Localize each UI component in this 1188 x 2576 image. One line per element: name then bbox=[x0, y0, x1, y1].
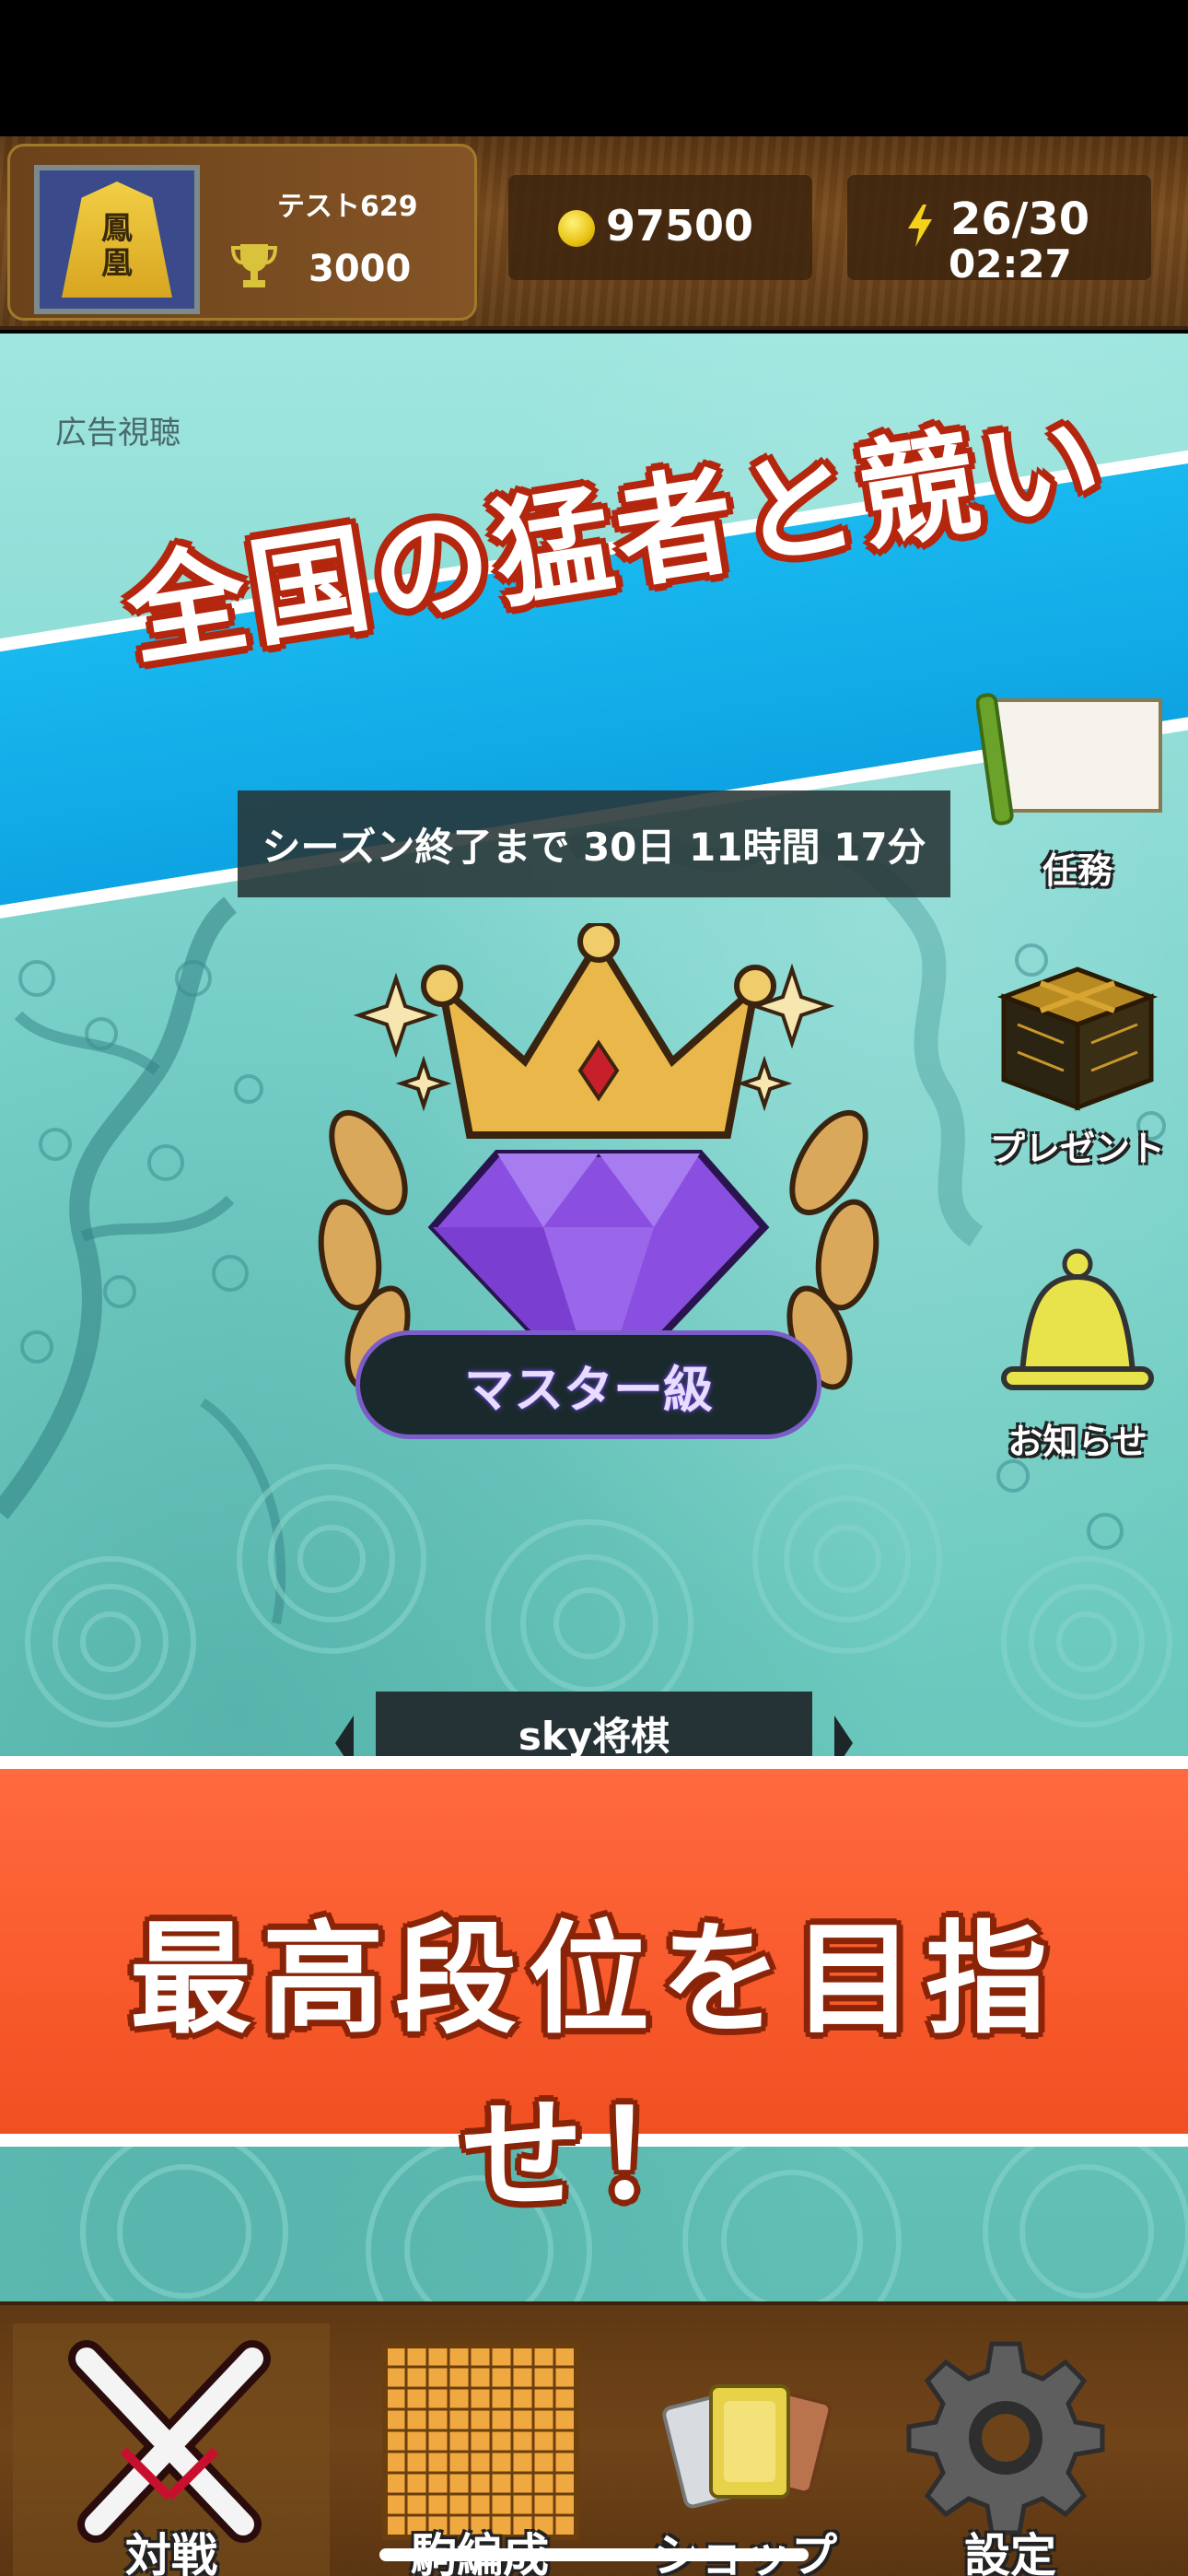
player-name: テスト629 bbox=[277, 191, 418, 223]
main-area: 広告視聴 全国の猛者と競い シーズン終了まで 30日 11時間 17分 マスター… bbox=[0, 334, 1188, 2301]
header: 鳳 凰 テスト629 3000 97500 26/30 02:27 bbox=[0, 136, 1188, 330]
avatar-char-1: 鳳 bbox=[101, 210, 133, 247]
present-button[interactable]: プレゼント bbox=[976, 942, 1179, 1171]
coin-count: 97500 bbox=[606, 201, 754, 251]
opponent-name: sky将棋 bbox=[518, 1713, 670, 1759]
nav-battle[interactable]: 対戦 bbox=[13, 2324, 330, 2576]
scroll-icon bbox=[975, 693, 1162, 825]
lightning-bolt-icon bbox=[908, 205, 932, 247]
stamina-timer: 02:27 bbox=[949, 241, 1072, 287]
coin-panel[interactable]: 97500 bbox=[508, 175, 812, 280]
mission-label: 任務 bbox=[1042, 850, 1112, 891]
status-bar bbox=[0, 0, 1188, 136]
shogi-board-icon bbox=[382, 2343, 579, 2540]
promo-banner-bottom-text: 最高段位を目指せ！ bbox=[130, 1909, 1058, 2227]
rank-badge: マスター級 bbox=[355, 1330, 821, 1439]
crossed-swords-icon bbox=[68, 2340, 271, 2543]
avatar-char-2: 凰 bbox=[101, 245, 133, 282]
nav-battle-label: 対戦 bbox=[125, 2529, 217, 2576]
nav-shop[interactable]: ショップ bbox=[597, 2305, 893, 2576]
nav-shop-label: ショップ bbox=[597, 2519, 893, 2576]
promo-banner-bottom: 最高段位を目指せ！ bbox=[0, 1756, 1188, 2227]
home-indicator[interactable] bbox=[379, 2548, 809, 2561]
present-label: プレゼント bbox=[989, 1129, 1165, 1169]
cards-icon bbox=[662, 2384, 833, 2509]
ad-watch-button[interactable]: 広告視聴 bbox=[55, 407, 181, 452]
notice-label: お知らせ bbox=[1007, 1422, 1147, 1462]
trophy-score: 3000 bbox=[309, 248, 412, 290]
trophy-icon bbox=[231, 244, 277, 287]
profile-panel[interactable]: 鳳 凰 テスト629 3000 bbox=[7, 144, 477, 321]
coin-icon bbox=[558, 210, 595, 247]
nav-settings-label: 設定 bbox=[964, 2529, 1056, 2576]
avatar[interactable]: 鳳 凰 bbox=[34, 165, 200, 314]
shogi-piece-icon: 鳳 凰 bbox=[62, 181, 172, 298]
stamina-panel[interactable]: 26/30 02:27 bbox=[847, 175, 1151, 287]
rank-label: マスター級 bbox=[464, 1360, 713, 1419]
notice-button[interactable]: お知らせ bbox=[976, 1244, 1179, 1464]
season-timer: シーズン終了まで 30日 11時間 17分 bbox=[238, 790, 950, 897]
nav-piece-setup-label: 駒編成 bbox=[332, 2519, 628, 2576]
nav-settings[interactable]: 設定 bbox=[862, 2305, 1159, 2576]
gift-box-icon bbox=[996, 966, 1159, 1111]
nav-piece-setup[interactable]: 駒編成 bbox=[332, 2305, 628, 2576]
gear-icon bbox=[906, 2341, 1105, 2535]
bottom-nav: 対戦 駒編成 ショップ bbox=[0, 2301, 1188, 2576]
bell-icon bbox=[1001, 1248, 1154, 1390]
mission-button[interactable]: 任務 bbox=[975, 682, 1179, 893]
season-timer-text: シーズン終了まで 30日 11時間 17分 bbox=[262, 824, 926, 870]
stamina-count: 26/30 bbox=[950, 193, 1090, 245]
